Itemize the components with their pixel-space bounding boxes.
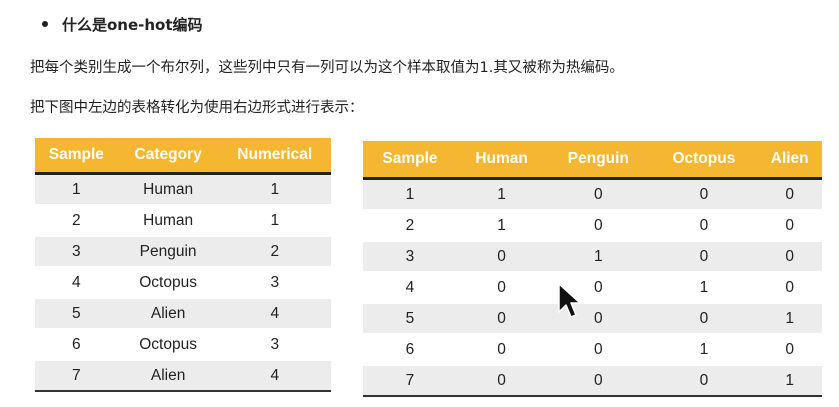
- table-cell: 0: [456, 272, 547, 304]
- table-cell: 1: [650, 334, 758, 366]
- header-cell: Penguin: [546, 141, 651, 180]
- bullet-icon: [42, 21, 48, 27]
- table-cell: 1: [456, 178, 547, 211]
- table-cell: 4: [363, 272, 457, 304]
- table-cell: 7: [35, 360, 118, 392]
- table-cell: 1: [218, 173, 331, 206]
- table-cell: 0: [650, 178, 758, 211]
- table-cell: 0: [650, 210, 758, 242]
- header-cell: Human: [456, 141, 547, 180]
- table-cell: Human: [117, 205, 219, 237]
- table-cell: Octopus: [117, 267, 219, 299]
- heading-text: 什么是one-hot编码: [62, 15, 203, 34]
- mouse-pointer-icon: [558, 283, 581, 318]
- table-cell: 1: [218, 205, 331, 237]
- header-row: Sample Human Penguin Octopus Alien: [363, 141, 822, 180]
- table-cell: 1: [757, 303, 822, 335]
- table-cell: 2: [35, 205, 118, 237]
- table-cell: 7: [363, 365, 457, 397]
- table-row: 50001: [363, 303, 822, 335]
- header-cell: Numerical: [218, 138, 331, 175]
- table-cell: 0: [757, 272, 822, 304]
- table-row: 21000: [363, 210, 822, 242]
- one-hot-table: Sample Human Penguin Octopus Alien 11000…: [363, 141, 822, 397]
- description-paragraph: 把每个类别生成一个布尔列，这些列中只有一列可以为这个样本取值为1.其又被称为热编…: [30, 60, 624, 76]
- table-cell: 0: [456, 303, 547, 335]
- table-cell: 4: [35, 267, 118, 299]
- table-row: 70001: [363, 365, 822, 397]
- table-cell: 0: [650, 365, 758, 397]
- table-row: 60010: [363, 334, 822, 366]
- table-cell: Alien: [117, 298, 219, 330]
- category-table: Sample Category Numerical 1 Human 1 2 Human 1…: [35, 138, 331, 392]
- table-cell: 0: [546, 334, 651, 366]
- table-cell: Human: [117, 173, 219, 206]
- header-cell: Sample: [363, 141, 457, 180]
- table-row: 30100: [363, 241, 822, 273]
- table-cell: 0: [546, 365, 651, 397]
- table-cell: Penguin: [117, 236, 219, 268]
- table-cell: 4: [218, 360, 331, 392]
- header-cell: Octopus: [650, 141, 758, 180]
- table-cell: 3: [363, 241, 457, 273]
- table-cell: Octopus: [117, 329, 219, 361]
- table-cell: 0: [456, 241, 547, 273]
- section-heading: 什么是one-hot编码: [42, 11, 203, 37]
- header-cell: Sample: [35, 138, 118, 175]
- table-row: 40010: [363, 272, 822, 304]
- table-cell: 1: [35, 173, 118, 206]
- table-cell: 2: [218, 236, 331, 268]
- table-cell: 0: [757, 334, 822, 366]
- table-cell: 6: [35, 329, 118, 361]
- header-cell: Alien: [757, 141, 822, 180]
- table-row: 6 Octopus 3: [35, 329, 331, 361]
- table-cell: 4: [218, 298, 331, 330]
- table-cell: 0: [650, 241, 758, 273]
- table-cell: 0: [650, 303, 758, 335]
- table-cell: 3: [35, 236, 118, 268]
- table-row: 7 Alien 4: [35, 360, 331, 392]
- table-cell: 1: [757, 365, 822, 397]
- table-cell: 0: [456, 365, 547, 397]
- table-row: 11000: [363, 178, 822, 211]
- table-cell: 1: [650, 272, 758, 304]
- table-cell: 0: [546, 210, 651, 242]
- table-cell: 0: [757, 178, 822, 211]
- instruction-paragraph: 把下图中左边的表格转化为使用右边形式进行表示：: [30, 100, 364, 116]
- table-row: 3 Penguin 2: [35, 236, 331, 268]
- table-cell: 1: [363, 178, 457, 211]
- table-cell: 0: [757, 241, 822, 273]
- table-cell: 3: [218, 267, 331, 299]
- table-row: 2 Human 1: [35, 205, 331, 237]
- header-cell: Category: [117, 138, 219, 175]
- table-cell: 5: [35, 298, 118, 330]
- table-row: 1 Human 1: [35, 173, 331, 206]
- table-row: 4 Octopus 3: [35, 267, 331, 299]
- table-cell: 1: [456, 210, 547, 242]
- table-cell: 5: [363, 303, 457, 335]
- header-row: Sample Category Numerical: [35, 138, 331, 175]
- table-cell: 0: [757, 210, 822, 242]
- table-cell: 3: [218, 329, 331, 361]
- table-cell: Alien: [117, 360, 219, 392]
- table-cell: 1: [546, 241, 651, 273]
- table-cell: 0: [456, 334, 547, 366]
- table-cell: 6: [363, 334, 457, 366]
- table-row: 5 Alien 4: [35, 298, 331, 330]
- table-cell: 2: [363, 210, 457, 242]
- table-cell: 0: [546, 178, 651, 211]
